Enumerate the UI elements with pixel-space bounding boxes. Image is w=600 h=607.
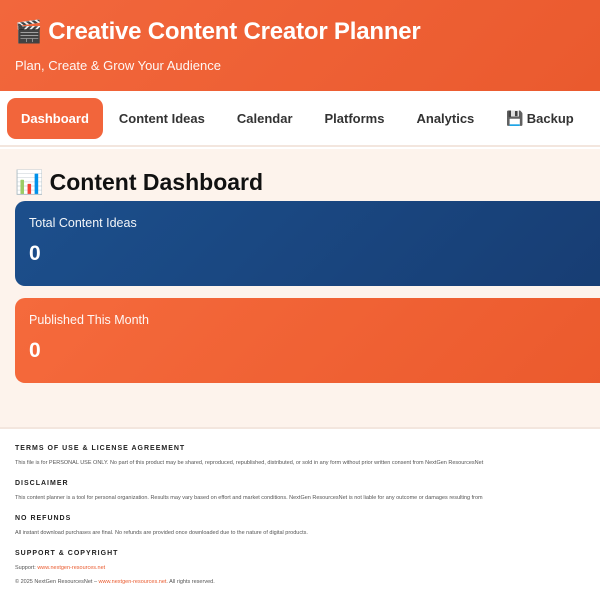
tab-dashboard[interactable]: Dashboard	[7, 97, 103, 139]
stat-card-published-month: Published This Month 0	[15, 298, 600, 383]
tab-backup-label: Backup	[526, 110, 574, 126]
tab-platforms[interactable]: Platforms	[309, 99, 401, 138]
copyright-line: © 2025 NextGen ResourcesNet – www.nextge…	[15, 579, 585, 585]
copyright-suffix: . All rights reserved.	[166, 579, 215, 585]
tab-content-ideas[interactable]: Content Ideas	[103, 99, 221, 138]
page-title-text: Content Dashboard	[49, 169, 264, 195]
clapperboard-icon: 🎬	[15, 19, 43, 44]
bar-chart-icon: 📊	[15, 169, 44, 195]
main-nav: Dashboard Content Ideas Calendar Platfor…	[0, 91, 600, 147]
page-title: 📊 Content Dashboard	[15, 169, 600, 196]
dashboard-section: 📊 Content Dashboard Total Content Ideas …	[0, 149, 600, 427]
stat-value: 0	[29, 242, 41, 265]
copyright-link[interactable]: www.nextgen-resources.net	[99, 579, 167, 585]
terms-heading: TERMS OF USE & LICENSE AGREEMENT	[15, 445, 186, 452]
tab-calendar[interactable]: Calendar	[221, 99, 309, 138]
support-prefix: Support:	[15, 565, 38, 571]
support-line: Support: www.nextgen-resources.net	[15, 565, 585, 571]
app-title: 🎬 Creative Content Creator Planner	[15, 18, 585, 46]
app-header: 🎬 Creative Content Creator Planner Plan,…	[0, 0, 600, 91]
terms-text: This file is for PERSONAL USE ONLY. No p…	[15, 460, 484, 466]
floppy-disk-icon: 💾	[506, 109, 524, 126]
app-title-text: Creative Content Creator Planner	[48, 18, 421, 45]
app-subtitle: Plan, Create & Grow Your Audience	[15, 58, 221, 73]
tab-backup[interactable]: 💾 Backup	[490, 98, 589, 139]
disclaimer-text: This content planner is a tool for perso…	[15, 495, 483, 501]
tab-analytics[interactable]: Analytics	[400, 99, 490, 138]
stat-value: 0	[29, 339, 41, 362]
legal-footer: TERMS OF USE & LICENSE AGREEMENT This fi…	[0, 427, 600, 607]
stat-label: Total Content Ideas	[29, 216, 137, 230]
stat-card-total-ideas: Total Content Ideas 0	[15, 201, 600, 286]
refunds-heading: NO REFUNDS	[15, 515, 72, 522]
refunds-text: All instant download purchases are final…	[15, 530, 308, 536]
support-link[interactable]: www.nextgen-resources.net	[37, 565, 105, 571]
copyright-prefix: © 2025 NextGen ResourcesNet –	[15, 579, 99, 585]
disclaimer-heading: DISCLAIMER	[15, 480, 69, 487]
support-heading: SUPPORT & COPYRIGHT	[15, 550, 119, 557]
stat-label: Published This Month	[29, 313, 149, 327]
